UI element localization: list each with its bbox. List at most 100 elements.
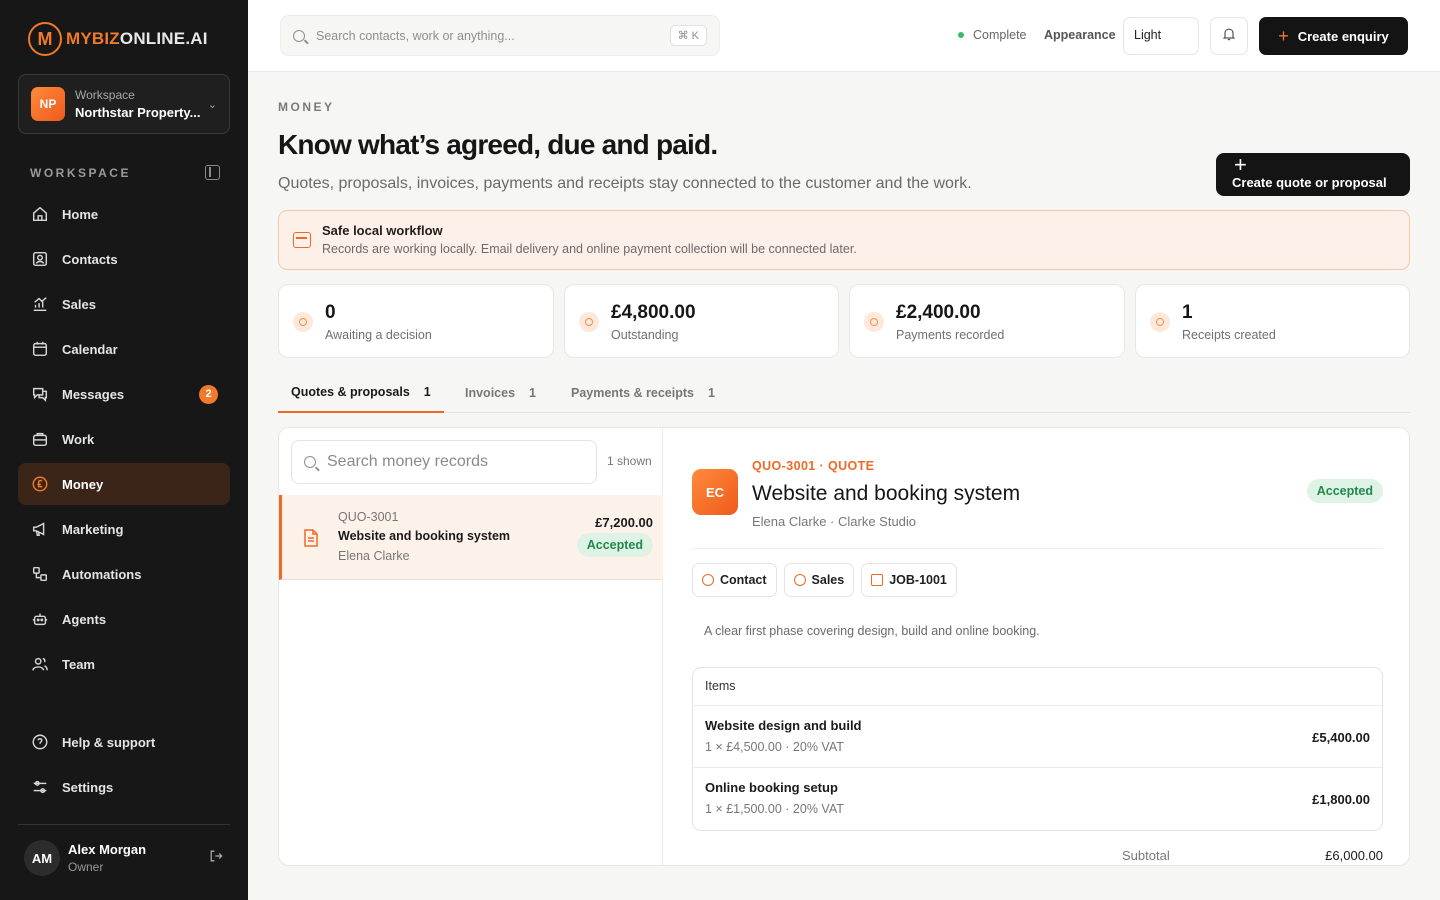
- global-search[interactable]: ⌘ K: [280, 15, 720, 56]
- search-icon: [293, 29, 305, 42]
- tab-quotes-proposals[interactable]: Quotes & proposals 1: [278, 372, 444, 413]
- money-tabs: Quotes & proposals 1 Invoices 1 Payments…: [278, 372, 1410, 413]
- sidebar-item-contacts[interactable]: Contacts: [18, 238, 230, 280]
- job-link-chip[interactable]: JOB-1001: [861, 563, 957, 597]
- chip-label: Contact: [720, 573, 767, 587]
- messages-count-badge: 2: [199, 384, 218, 404]
- contact-link-chip[interactable]: Contact: [692, 563, 777, 597]
- line-items-table: Items Website design and build 1 × £4,50…: [692, 667, 1383, 831]
- item-name: Website design and build: [705, 718, 862, 733]
- notice-title: Safe local workflow: [322, 223, 443, 238]
- stat-value: 1: [1182, 302, 1193, 323]
- subtotal-value: £6,000.00: [1325, 848, 1383, 863]
- contacts-icon: [30, 249, 50, 269]
- robot-icon: [30, 609, 50, 629]
- stat-value: 0: [325, 302, 336, 323]
- user-role: Owner: [68, 860, 104, 874]
- sales-icon: [793, 574, 806, 586]
- stat-value: £4,800.00: [611, 302, 696, 323]
- stat-card-awaiting[interactable]: 0 Awaiting a decision: [278, 284, 554, 358]
- status-indicator: Complete: [958, 28, 1027, 42]
- status-dot-icon: [958, 32, 964, 38]
- user-name: Alex Morgan: [68, 842, 147, 857]
- logout-icon[interactable]: [208, 848, 224, 869]
- sidebar-item-label: Calendar: [62, 341, 118, 357]
- stat-value: £2,400.00: [896, 302, 981, 323]
- plus-icon: +: [1234, 152, 1247, 177]
- team-icon: [30, 654, 50, 674]
- table-row: Online booking setup 1 × £1,500.00 · 20%…: [693, 768, 1382, 830]
- records-search-input[interactable]: [327, 453, 584, 471]
- list-item[interactable]: QUO-3001 Website and booking system Elen…: [279, 495, 663, 580]
- tab-label: Invoices: [465, 385, 516, 400]
- topbar: ⌘ K Complete Appearance Light + Create e…: [248, 0, 1440, 72]
- line-items-header: Items: [693, 668, 1382, 706]
- tab-label: Quotes & proposals: [291, 384, 410, 399]
- logo-mark-icon: M: [28, 22, 62, 56]
- record-detail-subtitle: Elena Clarke · Clarke Studio: [752, 514, 917, 529]
- brand-logo[interactable]: M MYBIZONLINE.AI: [28, 22, 208, 56]
- sidebar-item-agents[interactable]: Agents: [18, 598, 230, 640]
- megaphone-icon: [30, 519, 50, 539]
- sidebar-item-label: Home: [62, 206, 99, 222]
- bell-icon: [1221, 26, 1237, 47]
- user-profile[interactable]: AM Alex Morgan Owner: [24, 840, 224, 876]
- workspace-name: Northstar Property...: [75, 105, 201, 120]
- item-amount: £1,800.00: [1312, 792, 1370, 807]
- clock-icon: [293, 312, 313, 332]
- create-enquiry-button[interactable]: + Create enquiry: [1259, 17, 1408, 55]
- sidebar-item-label: Team: [62, 656, 95, 672]
- workspace-label: Workspace: [75, 88, 135, 102]
- stat-card-outstanding[interactable]: £4,800.00 Outstanding: [564, 284, 839, 358]
- brand-name-rest: ONLINE.AI: [119, 29, 208, 48]
- sidebar-item-automations[interactable]: Automations: [18, 553, 230, 595]
- sidebar-section-label: WORKSPACE: [30, 166, 131, 180]
- page-subtitle: Quotes, proposals, invoices, payments an…: [278, 175, 972, 192]
- notifications-button[interactable]: [1210, 17, 1248, 55]
- flow-icon: [30, 564, 50, 584]
- sidebar-item-team[interactable]: Team: [18, 643, 230, 685]
- table-row: Website design and build 1 × £4,500.00 ·…: [693, 706, 1382, 768]
- page-title: Know what’s agreed, due and paid.: [278, 129, 718, 160]
- search-icon: [304, 456, 316, 468]
- sidebar-item-label: Money: [62, 476, 104, 492]
- collapse-sidebar-icon[interactable]: [205, 165, 220, 180]
- sidebar-item-sales[interactable]: Sales: [18, 283, 230, 325]
- sidebar-item-messages[interactable]: Messages 2: [18, 373, 230, 415]
- sidebar-item-calendar[interactable]: Calendar: [18, 328, 230, 370]
- status-text: Complete: [973, 28, 1027, 42]
- brand-name-accent: MYBIZ: [66, 29, 120, 48]
- sidebar-item-marketing[interactable]: Marketing: [18, 508, 230, 550]
- workspace-switcher[interactable]: NP Workspace Northstar Property... ⌄: [18, 74, 230, 134]
- tab-payments-receipts[interactable]: Payments & receipts 1: [558, 372, 728, 413]
- item-meta: 1 × £4,500.00 · 20% VAT: [705, 740, 844, 754]
- sidebar-item-work[interactable]: Work: [18, 418, 230, 460]
- stat-card-payments[interactable]: £2,400.00 Payments recorded: [849, 284, 1125, 358]
- notice-text: Records are working locally. Email deliv…: [322, 242, 857, 256]
- tab-count: 1: [423, 384, 431, 399]
- sidebar-item-label: Automations: [62, 566, 142, 582]
- sidebar-item-settings[interactable]: Settings: [18, 766, 230, 808]
- record-title: Website and booking system: [338, 529, 511, 543]
- item-name: Online booking setup: [705, 780, 838, 795]
- sidebar-item-label: Messages: [62, 386, 125, 402]
- stat-card-receipts[interactable]: 1 Receipts created: [1135, 284, 1410, 358]
- sidebar-item-label: Marketing: [62, 521, 124, 537]
- sidebar-bottom-nav: Help & support Settings: [18, 721, 230, 811]
- sidebar-item-help[interactable]: Help & support: [18, 721, 230, 763]
- theme-select[interactable]: Light: [1123, 17, 1199, 55]
- receipt-icon: [1150, 312, 1170, 332]
- create-quote-button[interactable]: + Create quote or proposal: [1216, 153, 1410, 196]
- sidebar-item-label: Settings: [62, 779, 114, 795]
- tab-invoices[interactable]: Invoices 1: [452, 372, 549, 413]
- sidebar-item-money[interactable]: Money: [18, 463, 230, 505]
- records-search[interactable]: [291, 440, 597, 484]
- subtotal-label: Subtotal: [1122, 848, 1170, 863]
- sidebar-nav: Home Contacts Sales Calendar Messages 2 …: [18, 193, 230, 688]
- sidebar-item-home[interactable]: Home: [18, 193, 230, 235]
- sales-link-chip[interactable]: Sales: [783, 563, 855, 597]
- record-detail: EC QUO-3001 · QUOTE Website and booking …: [664, 428, 1409, 865]
- sidebar-item-label: Sales: [62, 296, 96, 312]
- chip-label: JOB-1001: [889, 573, 947, 587]
- global-search-input[interactable]: [316, 28, 670, 43]
